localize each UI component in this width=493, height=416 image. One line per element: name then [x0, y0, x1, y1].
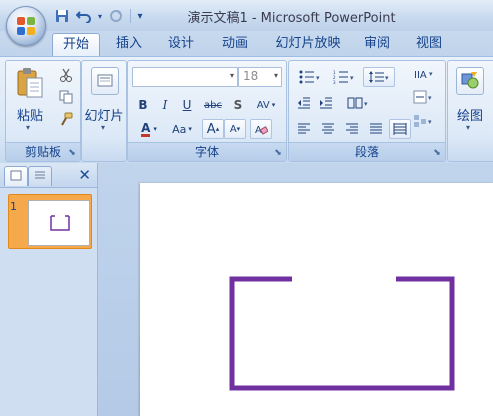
shrink-font-button[interactable]: A ▾	[224, 119, 246, 139]
drawing-group: 绘图 ▾	[447, 60, 493, 162]
change-case-button[interactable]: Aa ▾	[166, 119, 198, 139]
paste-icon	[17, 68, 43, 98]
clipboard-group: 粘贴 ▾ 剪贴板 ⬊	[5, 60, 81, 162]
slide-editor	[98, 163, 493, 416]
office-logo-icon	[17, 17, 35, 35]
numbering-icon[interactable]: 1 2 3 ▾	[327, 67, 361, 87]
font-launcher-icon[interactable]: ⬊	[273, 148, 283, 158]
bullets-icon[interactable]: ▾	[293, 67, 327, 87]
drawing-dropdown-icon: ▾	[466, 123, 471, 132]
grow-font-label: A	[206, 121, 216, 137]
font-group: ▾ 18 ▾ B I U abc S AV ▾ A ▾ Aa ▾ A ▴ A ▾ A 字体…	[127, 60, 287, 162]
character-spacing-button[interactable]: AV ▾	[250, 95, 282, 115]
paragraph-group-label: 段落	[289, 142, 445, 161]
drawing-button[interactable]: 绘图 ▾	[450, 65, 490, 137]
svg-text:▾: ▾	[385, 74, 389, 82]
italic-button[interactable]: I	[155, 95, 175, 115]
outline-tab-icon[interactable]	[28, 166, 52, 186]
tab-animation[interactable]: 动画	[214, 33, 256, 55]
character-spacing-label: AV	[256, 99, 270, 111]
shadow-button[interactable]: S	[228, 95, 248, 115]
distributed-icon[interactable]	[389, 119, 411, 139]
open-rectangle-shape[interactable]	[140, 183, 493, 416]
change-case-label: Aa	[172, 122, 187, 136]
tab-slideshow[interactable]: 幻灯片放映	[270, 33, 346, 55]
strikethrough-button[interactable]: abc	[200, 95, 226, 115]
justify-icon[interactable]	[365, 119, 387, 139]
cut-icon[interactable]	[56, 65, 76, 85]
new-slide-dropdown-icon: ▾	[101, 123, 106, 132]
slide-thumbnail	[28, 200, 90, 246]
font-group-label: 字体	[128, 142, 286, 161]
clipboard-launcher-icon[interactable]: ⬊	[67, 148, 77, 158]
slides-panel: ✕ 1	[0, 163, 98, 416]
svg-text:IIA: IIA	[414, 70, 427, 81]
align-center-icon[interactable]	[317, 119, 339, 139]
font-color-label: A	[141, 120, 151, 137]
svg-text:▾: ▾	[428, 94, 432, 102]
slides-group: 幻灯片 ▾	[81, 60, 127, 162]
tab-review[interactable]: 审阅	[356, 33, 398, 55]
slide-canvas[interactable]	[140, 183, 493, 416]
font-color-button[interactable]: A ▾	[133, 119, 165, 139]
office-button[interactable]	[6, 6, 46, 46]
svg-text:▾: ▾	[350, 74, 354, 82]
align-right-icon[interactable]	[341, 119, 363, 139]
paste-label: 粘贴	[16, 109, 43, 124]
grow-font-button[interactable]: A ▴	[202, 119, 224, 139]
panel-tabs: ✕	[0, 163, 97, 188]
font-name-dropdown-icon: ▾	[229, 71, 234, 80]
window-title: 演示文稿1 - Microsoft PowerPoint	[187, 11, 396, 26]
svg-text:▾: ▾	[429, 70, 433, 78]
font-size-combo[interactable]: 18 ▾	[238, 67, 282, 87]
ribbon-tab-bar: 开始 插入 设计 动画 幻灯片放映 审阅 视图	[0, 31, 493, 56]
ribbon: 粘贴 ▾ 剪贴板 ⬊ 幻灯片 ▾ ▾ 18 ▾ B I U abc S AV ▾…	[0, 56, 493, 164]
drawing-label: 绘图	[456, 109, 483, 124]
columns-icon[interactable]: ▾	[341, 93, 375, 113]
close-icon[interactable]: ✕	[78, 166, 91, 184]
font-size-value: 18	[243, 69, 259, 83]
new-slide-label: 幻灯片	[84, 109, 124, 124]
clear-formatting-icon[interactable]: A	[250, 119, 272, 139]
text-direction-icon[interactable]: IIA ▾	[409, 63, 439, 87]
svg-text:▾: ▾	[316, 74, 320, 82]
bold-button[interactable]: B	[133, 95, 153, 115]
format-painter-icon[interactable]	[56, 109, 76, 129]
svg-text:3: 3	[333, 80, 336, 84]
align-text-icon[interactable]: ▾	[409, 87, 439, 107]
paste-button[interactable]: 粘贴 ▾	[10, 65, 50, 137]
new-slide-icon	[91, 67, 119, 95]
svg-text:▾: ▾	[428, 118, 432, 126]
tab-design[interactable]: 设计	[160, 33, 202, 55]
slides-tab-icon[interactable]	[4, 166, 28, 186]
copy-icon[interactable]	[56, 87, 76, 107]
svg-text:▾: ▾	[364, 100, 368, 108]
new-slide-button[interactable]: 幻灯片 ▾	[84, 65, 124, 137]
paragraph-group: ▾ 1 2 3 ▾ ▾ IIA ▾ ▾ ▾ ▾ 段落 ⬊	[288, 60, 446, 162]
decrease-indent-icon[interactable]	[293, 93, 315, 113]
convert-smartart-icon[interactable]: ▾	[409, 111, 439, 131]
tab-home[interactable]: 开始	[52, 33, 100, 56]
align-left-icon[interactable]	[293, 119, 315, 139]
line-spacing-icon[interactable]: ▾	[363, 67, 395, 87]
shrink-font-label: A	[229, 123, 237, 135]
title-bar: ▾ ▾ 演示文稿1 - Microsoft PowerPoint	[0, 0, 493, 31]
tab-view[interactable]: 视图	[408, 33, 450, 55]
paragraph-launcher-icon[interactable]: ⬊	[432, 148, 442, 158]
paste-dropdown-icon: ▾	[26, 123, 31, 132]
increase-indent-icon[interactable]	[315, 93, 337, 113]
slide-number: 1	[10, 200, 17, 213]
thumbnail-shape	[50, 215, 70, 231]
underline-button[interactable]: U	[177, 95, 197, 115]
font-size-dropdown-icon: ▾	[273, 71, 278, 80]
font-name-combo[interactable]: ▾	[132, 67, 238, 87]
slide-thumbnail-selected[interactable]	[8, 194, 92, 249]
tab-insert[interactable]: 插入	[108, 33, 150, 55]
shapes-icon	[456, 67, 484, 95]
